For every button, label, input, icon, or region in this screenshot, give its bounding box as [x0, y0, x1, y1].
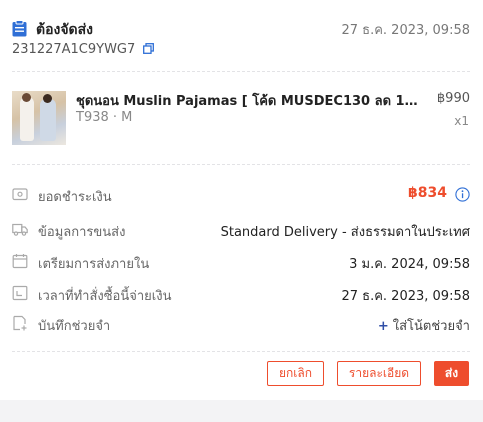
order-header: ต้องจัดส่ง 27 ธ.ค. 2023, 09:58 — [12, 18, 470, 40]
add-note-link[interactable]: + ใส่โน้ตช่วยจำ — [378, 315, 470, 336]
shipping-row: ข้อมูลการขนส่ง Standard Delivery - ส่งธร… — [12, 220, 470, 240]
prepare-value: 3 ม.ค. 2024, 09:58 — [349, 257, 470, 272]
note-row: บันทึกช่วยจำ + ใส่โน้ตช่วยจำ — [12, 314, 470, 334]
total-value: ฿834 — [408, 185, 447, 201]
divider — [12, 71, 470, 72]
divider — [12, 164, 470, 165]
ordered-row: เวลาที่ทำสั่งซื้อนี้จ่ายเงิน 27 ธ.ค. 202… — [12, 284, 470, 304]
product-thumbnail[interactable] — [12, 91, 66, 145]
total-row: ยอดชำระเงิน ฿834 — [12, 185, 470, 205]
shipping-value: Standard Delivery - ส่งธรรมดาในประเทศ — [220, 225, 470, 240]
wallet-icon — [12, 188, 28, 201]
product-price: ฿990 — [436, 91, 470, 106]
order-date: 27 ธ.ค. 2023, 09:58 — [341, 23, 470, 38]
order-id-row: 231227A1C9YWG7 — [12, 42, 155, 57]
product-quantity: x1 — [454, 114, 469, 128]
product-name[interactable]: ชุดนอน Muslin Pajamas [ โค้ด MUSDEC130 ล… — [76, 90, 426, 111]
detail-button[interactable]: รายละเอียด — [337, 361, 421, 386]
shipping-label: ข้อมูลการขนส่ง — [38, 225, 126, 240]
divider — [12, 351, 470, 352]
ship-button[interactable]: ส่ง — [434, 361, 469, 386]
ordered-label: เวลาที่ทำสั่งซื้อนี้จ่ายเงิน — [38, 289, 172, 304]
note-add-icon — [13, 315, 27, 331]
plus-icon: + — [377, 319, 389, 334]
clipboard-icon — [12, 20, 27, 37]
order-id: 231227A1C9YWG7 — [12, 42, 136, 57]
add-note-label: ใส่โน้ตช่วยจำ — [392, 319, 470, 334]
copy-icon[interactable] — [143, 43, 155, 54]
ordered-value: 27 ธ.ค. 2023, 09:58 — [341, 289, 470, 304]
prepare-row: เตรียมการส่งภายใน 3 ม.ค. 2024, 09:58 — [12, 252, 470, 272]
product-variant: T938 · M — [76, 110, 133, 125]
total-label: ยอดชำระเงิน — [38, 190, 112, 205]
info-icon[interactable] — [455, 187, 470, 202]
truck-icon — [12, 223, 28, 236]
calendar-icon — [12, 254, 28, 269]
order-status: ต้องจัดส่ง — [36, 22, 94, 38]
cancel-button[interactable]: ยกเลิก — [267, 361, 324, 386]
note-label: บันทึกช่วยจำ — [38, 319, 111, 334]
order-card: ต้องจัดส่ง 27 ธ.ค. 2023, 09:58 231227A1C… — [0, 0, 483, 400]
prepare-label: เตรียมการส่งภายใน — [38, 257, 150, 272]
clock-icon — [12, 285, 28, 301]
